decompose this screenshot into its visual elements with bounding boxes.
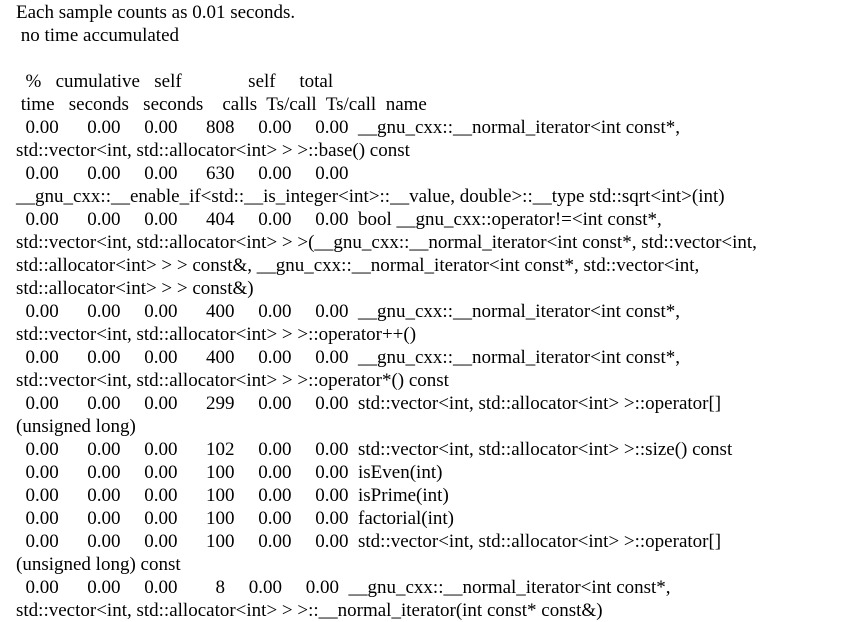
profile-continuation-line: std::allocator<int> > > const&) xyxy=(16,278,254,299)
profile-continuation-line: std::vector<int, std::allocator<int> > >… xyxy=(16,324,417,345)
profile-row-line: 0.00 0.00 0.00 100 0.00 0.00 std::vector… xyxy=(16,531,722,552)
profile-row-line: 0.00 0.00 0.00 630 0.00 0.00 xyxy=(16,163,349,184)
profile-continuation-line: std::allocator<int> > > const&, __gnu_cx… xyxy=(16,255,700,276)
profile-continuation-line: std::vector<int, std::allocator<int> > >… xyxy=(16,232,757,253)
profile-continuation-line: std::vector<int, std::allocator<int> > >… xyxy=(16,370,449,391)
column-header-line-1: % cumulative self self total xyxy=(16,71,334,92)
profile-row-line: 0.00 0.00 0.00 100 0.00 0.00 factorial(i… xyxy=(16,508,455,529)
profile-row-line: 0.00 0.00 0.00 400 0.00 0.00 __gnu_cxx::… xyxy=(16,301,681,322)
profile-row-line: 0.00 0.00 0.00 100 0.00 0.00 isEven(int) xyxy=(16,462,443,483)
profile-row-line: 0.00 0.00 0.00 404 0.00 0.00 bool __gnu_… xyxy=(16,209,662,230)
profile-continuation-line: (unsigned long) const xyxy=(16,554,181,575)
profile-continuation-line: std::vector<int, std::allocator<int> > >… xyxy=(16,140,410,161)
sample-header-line: Each sample counts as 0.01 seconds. xyxy=(16,2,296,23)
profile-continuation-line: __gnu_cxx::__enable_if<std::__is_integer… xyxy=(16,186,725,207)
profile-continuation-line: (unsigned long) xyxy=(16,416,136,437)
column-header-line-2: time seconds seconds calls Ts/call Ts/ca… xyxy=(16,94,427,115)
profile-output-document: Each sample counts as 0.01 seconds. no t… xyxy=(16,1,836,622)
profile-row-line: 0.00 0.00 0.00 100 0.00 0.00 isPrime(int… xyxy=(16,485,449,506)
profile-row-line: 0.00 0.00 0.00 400 0.00 0.00 __gnu_cxx::… xyxy=(16,347,681,368)
profile-continuation-line: std::vector<int, std::allocator<int> > >… xyxy=(16,600,603,621)
accumulation-note-line: no time accumulated xyxy=(16,25,180,46)
profile-row-line: 0.00 0.00 0.00 102 0.00 0.00 std::vector… xyxy=(16,439,733,460)
profile-row-line: 0.00 0.00 0.00 299 0.00 0.00 std::vector… xyxy=(16,393,722,414)
profile-row-line: 0.00 0.00 0.00 8 0.00 0.00 __gnu_cxx::__… xyxy=(16,577,671,598)
profile-row-line: 0.00 0.00 0.00 808 0.00 0.00 __gnu_cxx::… xyxy=(16,117,681,138)
